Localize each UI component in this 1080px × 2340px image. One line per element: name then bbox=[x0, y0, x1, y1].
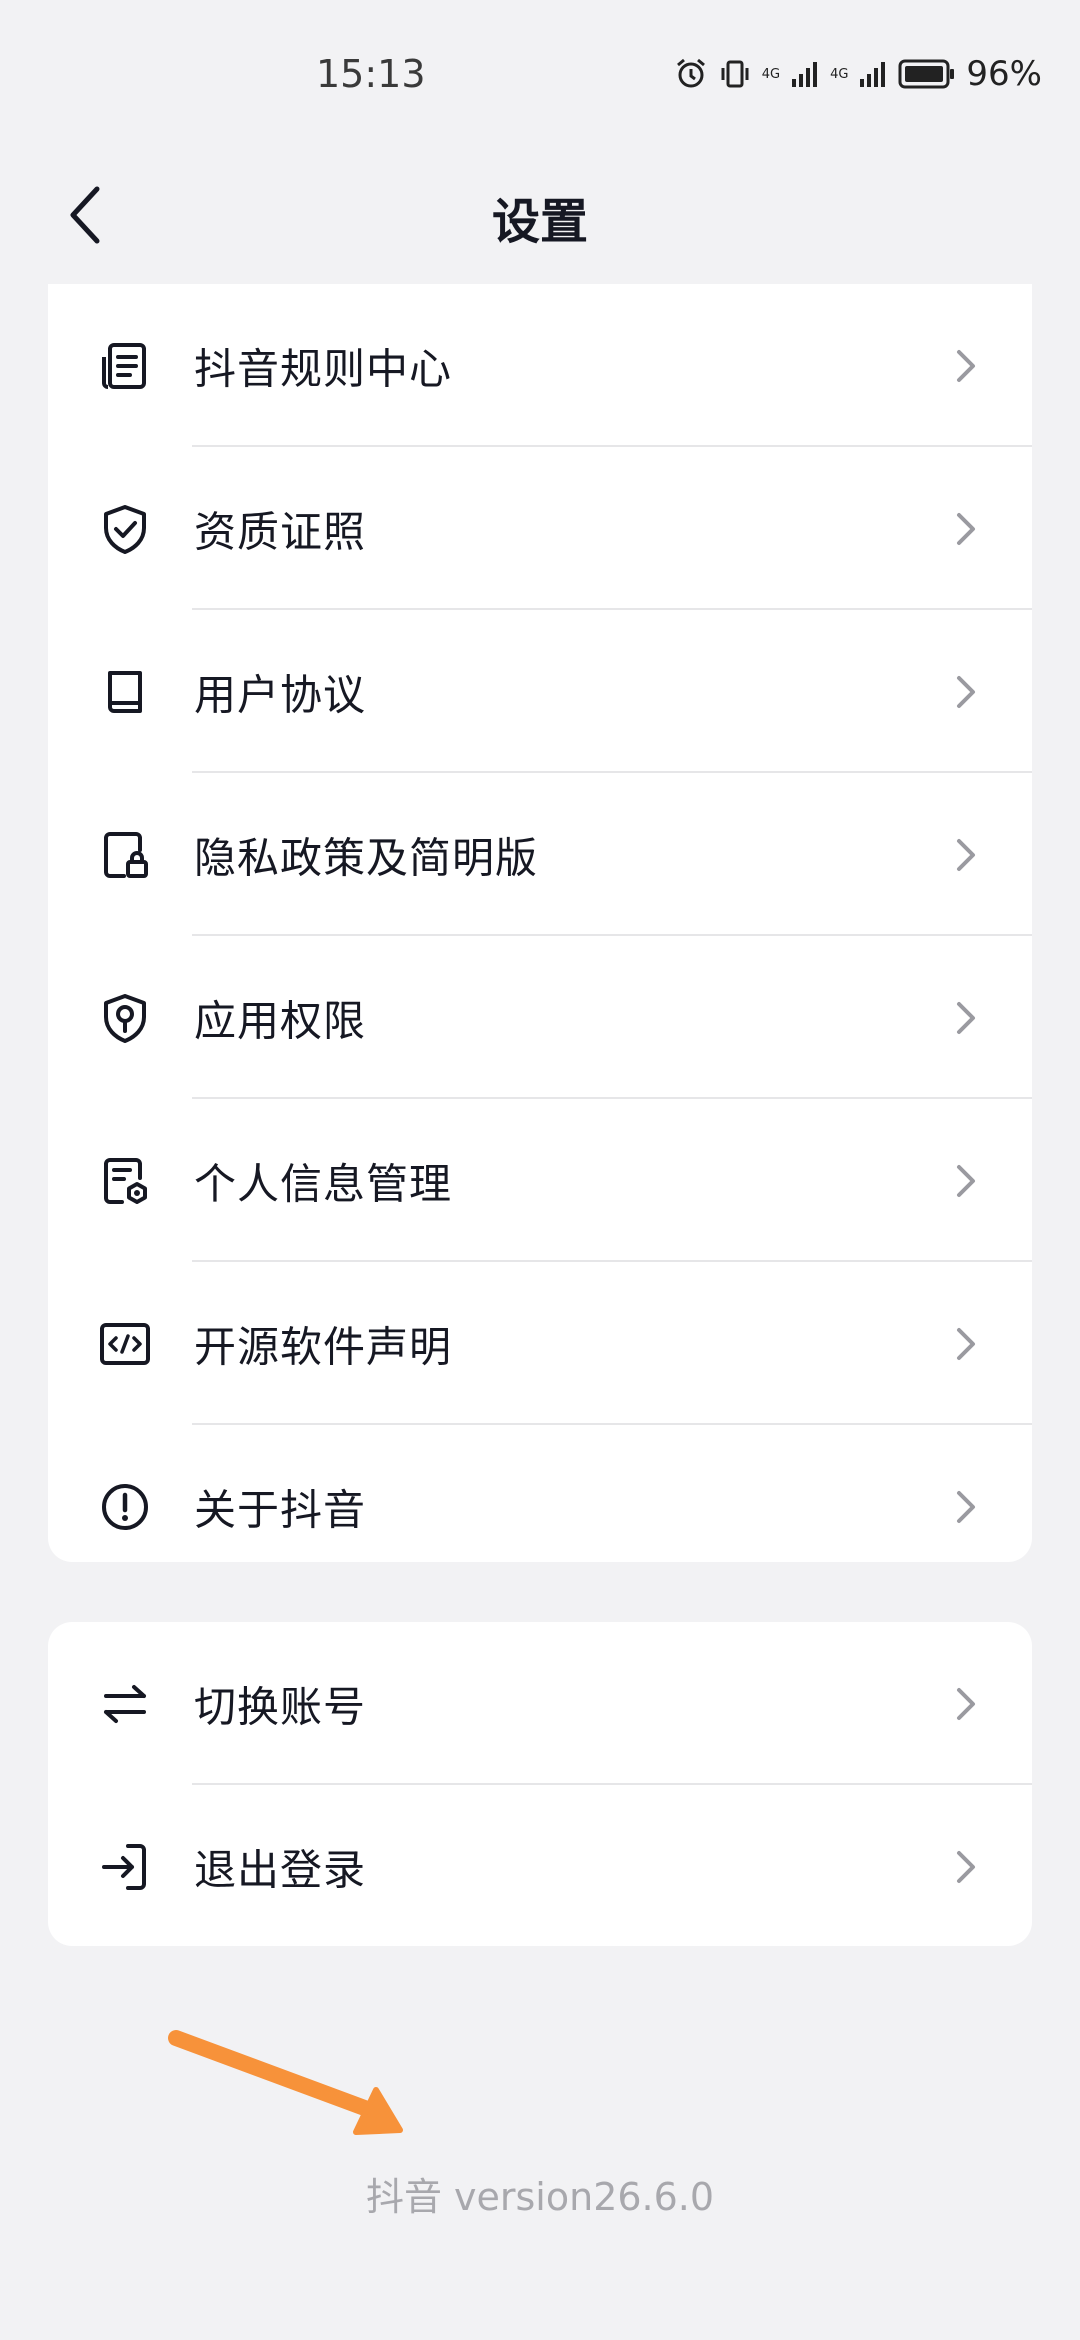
battery-percent: 96% bbox=[966, 54, 1042, 94]
menu-item-about[interactable]: 关于抖音 bbox=[48, 1425, 1032, 1562]
network-type-2: 4G bbox=[830, 66, 849, 82]
chevron-right-icon bbox=[957, 675, 975, 708]
navigation-bar: 设置 bbox=[0, 150, 1080, 280]
version-text: 抖音 version26.6.0 bbox=[365, 2175, 715, 2219]
chevron-right-icon bbox=[957, 838, 975, 871]
document-list-icon bbox=[102, 342, 146, 389]
menu-item-open-source[interactable]: 开源软件声明 bbox=[48, 1262, 1032, 1425]
menu-item-label: 抖音规则中心 bbox=[194, 344, 453, 393]
menu-item-logout[interactable]: 退出登录 bbox=[48, 1785, 1032, 1946]
chevron-right-icon bbox=[957, 1850, 975, 1883]
signal-icon-2 bbox=[860, 62, 886, 87]
code-icon bbox=[100, 1322, 150, 1365]
menu-item-personal-info[interactable]: 个人信息管理 bbox=[48, 1099, 1032, 1262]
menu-item-label: 用户协议 bbox=[194, 670, 367, 719]
menu-item-label: 应用权限 bbox=[194, 996, 367, 1045]
menu-item-qualifications[interactable]: 资质证照 bbox=[48, 447, 1032, 610]
menu-item-rules-center[interactable]: 抖音规则中心 bbox=[48, 284, 1032, 447]
info-circle-icon bbox=[102, 1483, 148, 1530]
chevron-right-icon bbox=[957, 1327, 975, 1360]
chevron-right-icon bbox=[957, 349, 975, 382]
status-bar: 15:13 4G 4G 96% bbox=[0, 0, 1080, 150]
status-icons: 4G 4G 96% bbox=[674, 54, 1042, 94]
chevron-right-icon bbox=[957, 1687, 975, 1720]
menu-item-label: 个人信息管理 bbox=[194, 1159, 453, 1208]
vibrate-icon bbox=[721, 60, 749, 88]
settings-card-main: 抖音规则中心 资质证照 用户协议 隐私政策及简明版 应用权限 个人信息管理 开源… bbox=[48, 284, 1032, 1562]
settings-card-account: 切换账号 退出登录 bbox=[48, 1622, 1032, 1946]
menu-item-label: 退出登录 bbox=[194, 1845, 367, 1894]
menu-item-label: 隐私政策及简明版 bbox=[194, 833, 539, 882]
shield-key-icon bbox=[104, 993, 146, 1043]
page-title: 设置 bbox=[491, 194, 588, 250]
menu-item-label: 资质证照 bbox=[194, 507, 367, 556]
alarm-icon bbox=[676, 58, 705, 88]
network-type-1: 4G bbox=[761, 66, 781, 82]
battery-icon bbox=[898, 59, 955, 89]
chevron-right-icon bbox=[957, 1164, 975, 1197]
chevron-right-icon bbox=[957, 1490, 975, 1523]
shield-check-icon bbox=[104, 504, 146, 554]
signal-icon-1 bbox=[792, 62, 818, 87]
annotation-arrow-icon bbox=[168, 2030, 403, 2135]
file-gear-icon bbox=[104, 1157, 147, 1204]
status-time: 15:13 bbox=[316, 52, 426, 96]
file-lock-icon bbox=[104, 831, 148, 878]
menu-item-switch-account[interactable]: 切换账号 bbox=[48, 1622, 1032, 1785]
book-icon bbox=[108, 670, 142, 713]
menu-item-app-permissions[interactable]: 应用权限 bbox=[48, 936, 1032, 1099]
menu-item-privacy-policy[interactable]: 隐私政策及简明版 bbox=[48, 773, 1032, 936]
chevron-right-icon bbox=[957, 1001, 975, 1034]
swap-icon bbox=[104, 1684, 146, 1723]
menu-item-label: 开源软件声明 bbox=[194, 1322, 453, 1371]
menu-item-label: 切换账号 bbox=[194, 1682, 367, 1731]
chevron-right-icon bbox=[957, 512, 975, 545]
logout-icon bbox=[102, 1843, 146, 1890]
menu-item-user-agreement[interactable]: 用户协议 bbox=[48, 610, 1032, 773]
menu-item-label: 关于抖音 bbox=[194, 1485, 367, 1534]
